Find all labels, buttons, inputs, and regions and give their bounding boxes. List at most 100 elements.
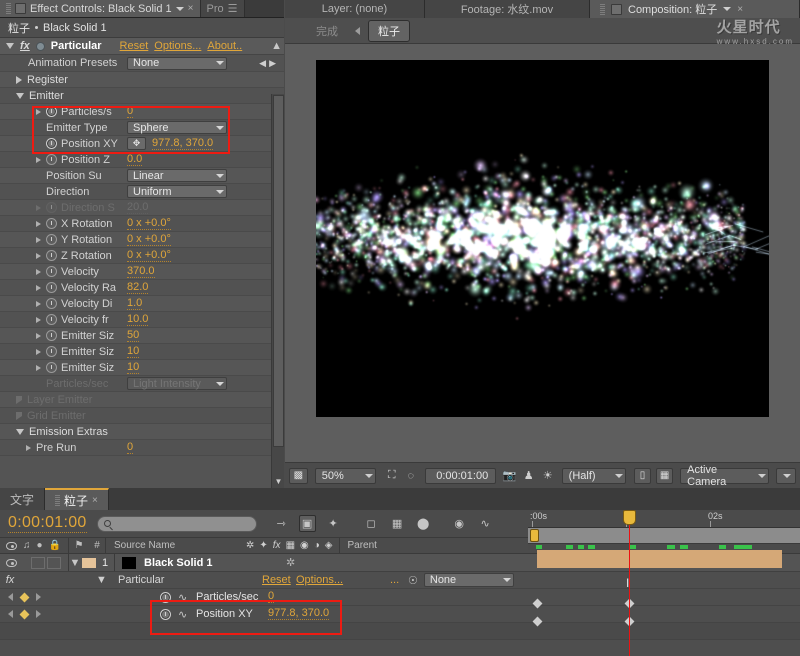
close-icon[interactable]: ×	[737, 4, 743, 15]
source-name-header[interactable]: Source Name	[106, 540, 246, 551]
next-keyframe-icon[interactable]	[36, 610, 41, 618]
stopwatch-icon[interactable]	[46, 330, 57, 341]
about-link[interactable]: About..	[207, 40, 242, 52]
resolution-select[interactable]: (Half)	[562, 468, 626, 484]
graph-editor-icon[interactable]: ∿	[477, 515, 494, 532]
effect-param-value[interactable]: 0.0	[127, 154, 142, 166]
tab-pro[interactable]: Pro ☰	[201, 0, 245, 17]
tab-footage[interactable]: Footage: 水纹.mov	[425, 0, 590, 18]
layer-label-color[interactable]	[82, 558, 96, 568]
effect-param-row[interactable]: Velocity370.0	[0, 264, 284, 280]
previous-keyframe-icon[interactable]	[8, 610, 13, 618]
lock-icon[interactable]: 🔒	[49, 540, 61, 551]
chevron-down-icon[interactable]	[723, 7, 731, 11]
stopwatch-icon[interactable]	[46, 154, 57, 165]
composition-canvas[interactable]	[316, 60, 769, 417]
effect-param-value[interactable]: 10	[127, 362, 139, 374]
effect-param-row[interactable]: Direction S20.0	[0, 200, 284, 216]
stopwatch-icon[interactable]	[46, 314, 57, 325]
twirl-right-icon[interactable]	[36, 269, 41, 275]
layer-duration-bar[interactable]	[537, 550, 782, 568]
effect-param-row[interactable]: X Rotation0 x +0.0°	[0, 216, 284, 232]
stopwatch-icon[interactable]	[160, 609, 171, 620]
solo-toggle-icon[interactable]	[47, 557, 61, 569]
graph-curve-icon[interactable]: ∿	[178, 608, 187, 621]
twirl-right-icon[interactable]	[16, 76, 22, 84]
effect-param-value[interactable]: 50	[127, 330, 139, 342]
effect-param-row[interactable]: Emitter Siz10	[0, 360, 284, 376]
effect-param-value[interactable]: 370.0	[127, 266, 155, 278]
shy-icon[interactable]: ✲	[246, 540, 254, 551]
video-toggle-icon[interactable]	[6, 559, 17, 567]
graph-curve-icon[interactable]: ∿	[178, 591, 187, 604]
effect-param-row[interactable]: Position XY✥977.8, 370.0	[0, 136, 284, 152]
timeline-property-name[interactable]: Particles/sec	[196, 591, 258, 603]
effect-param-row[interactable]: Particles/s0	[0, 104, 284, 120]
live-update-icon[interactable]: ⇾	[273, 515, 290, 532]
panel-menu-icon[interactable]: ☰	[228, 2, 238, 15]
twirl-down-icon[interactable]	[16, 429, 24, 435]
keyframe-toggle-icon[interactable]	[20, 609, 30, 619]
twirl-right-icon[interactable]	[26, 445, 31, 451]
effect-param-row[interactable]: Emission Extras	[0, 424, 284, 440]
effect-param-value[interactable]: 20.0	[127, 202, 148, 214]
effect-param-value[interactable]: 0 x +0.0°	[127, 218, 171, 230]
done-button[interactable]: 完成	[307, 21, 347, 41]
effect-param-row[interactable]: Position Z0.0	[0, 152, 284, 168]
label-color-header[interactable]: ⚑	[69, 540, 89, 551]
twirl-right-icon[interactable]	[36, 349, 41, 355]
effect-param-row[interactable]: Velocity Di1.0	[0, 296, 284, 312]
close-icon[interactable]: ×	[92, 495, 98, 506]
hide-shy-layers-icon[interactable]: ✦	[325, 515, 342, 532]
twirl-right-icon[interactable]	[36, 285, 41, 291]
stopwatch-icon[interactable]	[46, 346, 57, 357]
video-icon[interactable]	[6, 542, 17, 550]
effect-param-row[interactable]: Grid Emitter	[0, 408, 284, 424]
twirl-right-icon[interactable]	[36, 157, 41, 163]
timeline-property-value[interactable]: 977.8, 370.0	[268, 608, 329, 620]
stopwatch-icon[interactable]	[46, 138, 57, 149]
effect-enable-icon[interactable]	[36, 42, 45, 51]
lock-icon[interactable]	[15, 3, 26, 14]
effect-param-row[interactable]: Emitter Siz10	[0, 344, 284, 360]
scroll-down-arrow-icon[interactable]: ▼	[273, 476, 284, 487]
motion-blur-icon[interactable]: ▦	[389, 515, 406, 532]
toggle-view-icon[interactable]: ▯	[634, 468, 651, 484]
twirl-right-icon[interactable]	[36, 205, 41, 211]
twirl-right-icon[interactable]	[36, 237, 41, 243]
effect-param-row[interactable]: Pre Run0	[0, 440, 284, 456]
view-layout-select[interactable]	[776, 468, 796, 484]
twirl-down-icon[interactable]	[6, 43, 14, 49]
effect-param-row[interactable]: Velocity Ra82.0	[0, 280, 284, 296]
twirl-right-icon[interactable]	[16, 396, 22, 404]
timeline-property-value[interactable]: 0	[268, 591, 274, 603]
frame-blending-icon[interactable]: ◻	[363, 515, 380, 532]
next-keyframe-icon[interactable]	[36, 593, 41, 601]
previous-keyframe-icon[interactable]	[8, 593, 13, 601]
search-input[interactable]	[97, 516, 257, 532]
preset-prev-icon[interactable]: ◀	[259, 58, 266, 69]
playhead-line[interactable]	[629, 510, 630, 656]
chevron-down-icon[interactable]	[783, 474, 791, 478]
frame-blend-icon[interactable]: ▦	[286, 540, 295, 551]
3d-layer-icon[interactable]: ◈	[325, 540, 333, 551]
effect-param-dropdown[interactable]: Uniform	[127, 185, 227, 198]
effect-param-row[interactable]: Particles/secLight Intensity	[0, 376, 284, 392]
effect-param-row[interactable]: Emitter	[0, 88, 284, 104]
twirl-right-icon[interactable]	[36, 333, 41, 339]
time-navigator[interactable]	[528, 528, 800, 544]
effect-param-dropdown[interactable]: Light Intensity	[127, 377, 227, 390]
keyframe-nav-marker[interactable]	[533, 599, 543, 609]
draft-3d-icon[interactable]: ▣	[299, 515, 316, 532]
twirl-right-icon[interactable]	[36, 253, 41, 259]
chevron-down-icon[interactable]	[216, 126, 224, 130]
effect-param-value[interactable]: 1.0	[127, 298, 142, 310]
adjustment-layer-icon[interactable]: ◑	[314, 540, 320, 551]
effect-param-value[interactable]: 977.8, 370.0	[152, 138, 213, 150]
stopwatch-icon[interactable]	[46, 362, 57, 373]
effect-param-row[interactable]: Velocity fr10.0	[0, 312, 284, 328]
current-time-field[interactable]: 0:00:01:00	[425, 468, 496, 484]
motion-blur-switch-icon[interactable]: ◉	[300, 540, 309, 551]
composition-viewport[interactable]	[285, 44, 800, 462]
breadcrumb-comp[interactable]: 粒子	[8, 20, 30, 36]
